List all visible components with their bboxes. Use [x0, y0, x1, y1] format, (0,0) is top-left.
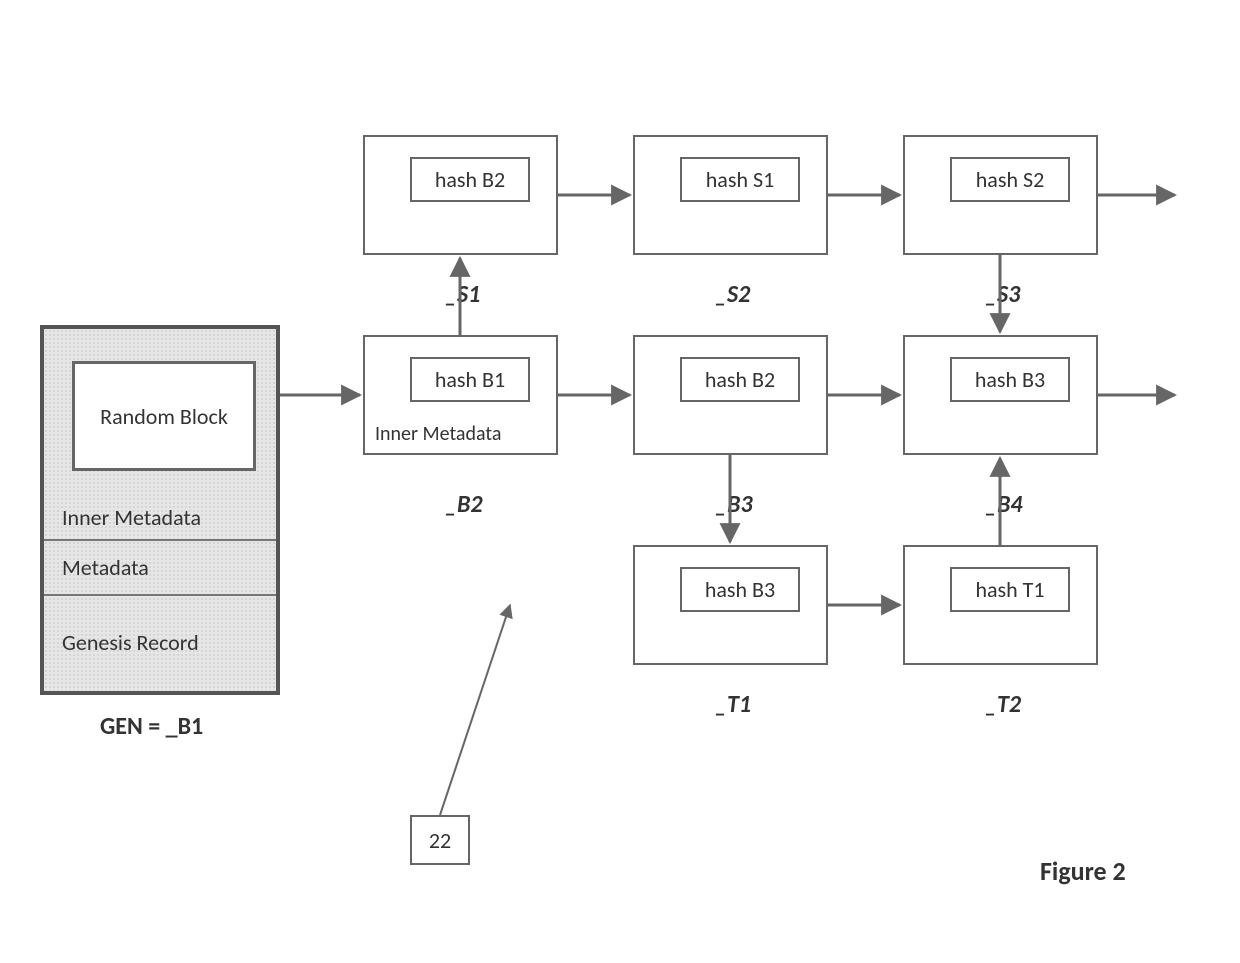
label-b4: _B4: [985, 490, 1023, 519]
block-t1: hash B3: [633, 545, 828, 665]
hash-b2: hash B1: [410, 357, 530, 402]
block-t2: hash T1: [903, 545, 1098, 665]
genesis-block: Random Block Inner Metadata Metadata Gen…: [40, 325, 280, 695]
inner-meta-b2: Inner Metadata: [375, 422, 501, 446]
hash-t2: hash T1: [950, 567, 1070, 612]
hash-b4: hash B3: [950, 357, 1070, 402]
hash-s1: hash B2: [410, 157, 530, 202]
label-t1: _T1: [715, 690, 751, 719]
callout-22: 22: [410, 815, 470, 865]
label-s1: _S1: [445, 280, 480, 309]
metadata-label: Metadata: [62, 554, 149, 581]
hash-s3: hash S2: [950, 157, 1070, 202]
label-b2: _B2: [445, 490, 483, 519]
label-s3: _S3: [985, 280, 1020, 309]
label-b3: _B3: [715, 490, 753, 519]
hash-s2: hash S1: [680, 157, 800, 202]
genesis-record-label: Genesis Record: [62, 629, 199, 656]
block-s2: hash S1: [633, 135, 828, 255]
label-t2: _T2: [985, 690, 1021, 719]
block-s3: hash S2: [903, 135, 1098, 255]
label-s2: _S2: [715, 280, 750, 309]
figure-label: Figure 2: [1040, 855, 1126, 887]
block-s1: hash B2: [363, 135, 558, 255]
hash-t1: hash B3: [680, 567, 800, 612]
hash-b3: hash B2: [680, 357, 800, 402]
block-b2: hash B1 Inner Metadata: [363, 335, 558, 455]
inner-metadata-label: Inner Metadata: [62, 504, 201, 531]
random-block: Random Block: [72, 361, 256, 471]
block-b3: hash B2: [633, 335, 828, 455]
diagram-canvas: Random Block Inner Metadata Metadata Gen…: [0, 0, 1240, 963]
block-b4: hash B3: [903, 335, 1098, 455]
genesis-caption: GEN = _B1: [100, 712, 203, 741]
